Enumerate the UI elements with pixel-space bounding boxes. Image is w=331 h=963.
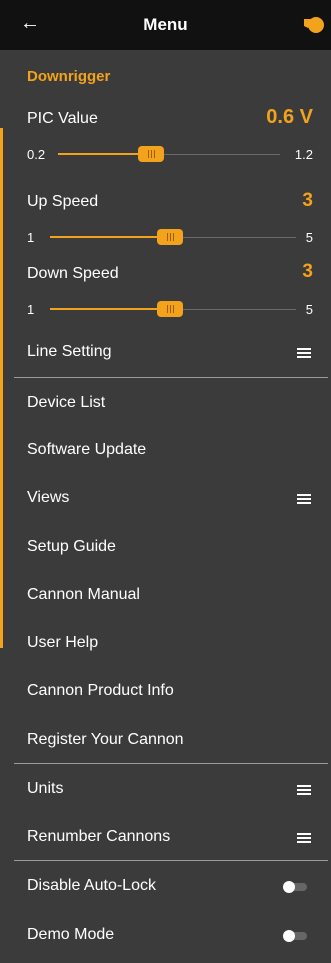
accent-strip <box>0 128 3 648</box>
menu-item-setup-guide[interactable]: Setup Guide <box>27 538 116 556</box>
page-title: Menu <box>143 15 188 34</box>
up-speed-value: 3 <box>302 190 313 211</box>
slider-thumb[interactable] <box>157 229 183 245</box>
divider <box>14 763 328 764</box>
slider-min-label: 1 <box>27 302 35 317</box>
menu-item-software-update[interactable]: Software Update <box>27 441 146 459</box>
slider-min-label: 0.2 <box>27 147 46 162</box>
pic-value-slider[interactable]: 0.2 1.2 <box>0 145 331 165</box>
menu-item-register-your-cannon[interactable]: Register Your Cannon <box>27 731 184 749</box>
slider-min-label: 1 <box>27 230 35 245</box>
divider <box>14 377 328 378</box>
slider-fill <box>50 236 170 238</box>
menu-item-units[interactable]: Units <box>27 780 63 798</box>
hamburger-icon[interactable] <box>297 348 311 359</box>
menu-item-views[interactable]: Views <box>27 489 69 507</box>
menu-item-demo-mode: Demo Mode <box>27 926 115 943</box>
toggle-knob[interactable] <box>283 930 295 942</box>
toggle-knob[interactable] <box>283 881 295 893</box>
menu-item-disable-auto-lock: Disable Auto-Lock <box>27 877 156 894</box>
down-speed-value: 3 <box>302 261 313 282</box>
slider-max-label: 5 <box>305 230 313 245</box>
pic-value-readout: 0.6 V <box>266 106 313 128</box>
menu-item-renumber-cannons[interactable]: Renumber Cannons <box>27 828 170 846</box>
hamburger-icon[interactable] <box>297 785 311 796</box>
arrow-left-icon[interactable]: ← <box>20 13 40 33</box>
menu-item-cannon-manual[interactable]: Cannon Manual <box>27 586 140 604</box>
hamburger-icon[interactable] <box>297 494 311 505</box>
disable-auto-lock-toggle[interactable] <box>283 881 307 893</box>
slider-fill <box>50 308 170 310</box>
down-speed-slider[interactable]: 1 5 <box>0 300 331 320</box>
menu-item-device-list[interactable]: Device List <box>27 394 105 412</box>
header-bar: ← Menu <box>0 0 331 50</box>
cannon-logo-icon <box>304 17 324 33</box>
menu-item-user-help[interactable]: User Help <box>27 634 98 652</box>
menu-item-cannon-product-info[interactable]: Cannon Product Info <box>27 682 174 700</box>
up-speed-label: Up Speed <box>27 193 99 210</box>
up-speed-slider[interactable]: 1 5 <box>0 228 331 248</box>
slider-max-label: 5 <box>305 302 313 317</box>
down-speed-label: Down Speed <box>27 265 119 282</box>
demo-mode-toggle[interactable] <box>283 930 307 942</box>
slider-thumb[interactable] <box>157 301 183 317</box>
menu-item-line-setting[interactable]: Line Setting <box>27 343 112 361</box>
pic-value-label: PIC Value <box>27 110 98 127</box>
section-title: Downrigger <box>27 68 111 85</box>
hamburger-icon[interactable] <box>297 833 311 844</box>
slider-max-label: 1.2 <box>294 147 313 162</box>
divider <box>14 860 328 861</box>
slider-thumb[interactable] <box>138 146 164 162</box>
